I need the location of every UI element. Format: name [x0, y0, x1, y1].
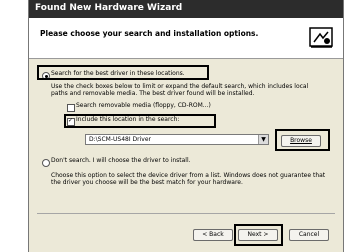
location-path-value[interactable]: D:\SCM-US48I Driver [89, 136, 151, 143]
include-option-highlight [64, 114, 216, 128]
wizard-window: Found New Hardware Wizard Please choose … [28, 0, 344, 252]
removable-media-checkbox[interactable] [67, 104, 75, 112]
search-description-line2: paths and removable media. The best driv… [51, 90, 255, 97]
next-highlight [234, 224, 283, 246]
dont-search-label[interactable]: Don't search. I will choose the driver t… [51, 157, 191, 165]
browse-highlight [275, 129, 330, 151]
title-bar: Found New Hardware Wizard [29, 0, 343, 18]
removable-media-label[interactable]: Search removable media (floppy, CD-ROM..… [76, 102, 211, 110]
window-title: Found New Hardware Wizard [35, 3, 183, 13]
search-option-highlight [37, 65, 209, 80]
wizard-header: Please choose your search and installati… [29, 18, 343, 59]
back-button[interactable]: < Back [193, 229, 233, 241]
header-title: Please choose your search and installati… [40, 29, 259, 38]
chevron-down-icon[interactable]: ▼ [258, 135, 268, 144]
hardware-wizard-icon [309, 27, 333, 48]
location-combobox[interactable]: D:\SCM-US48I Driver ▼ [85, 134, 269, 145]
dont-search-radio[interactable] [42, 159, 50, 167]
cancel-button[interactable]: Cancel [289, 229, 329, 241]
footer-divider [37, 213, 335, 214]
dont-search-description-line2: the driver you choose will be the best m… [51, 179, 243, 186]
